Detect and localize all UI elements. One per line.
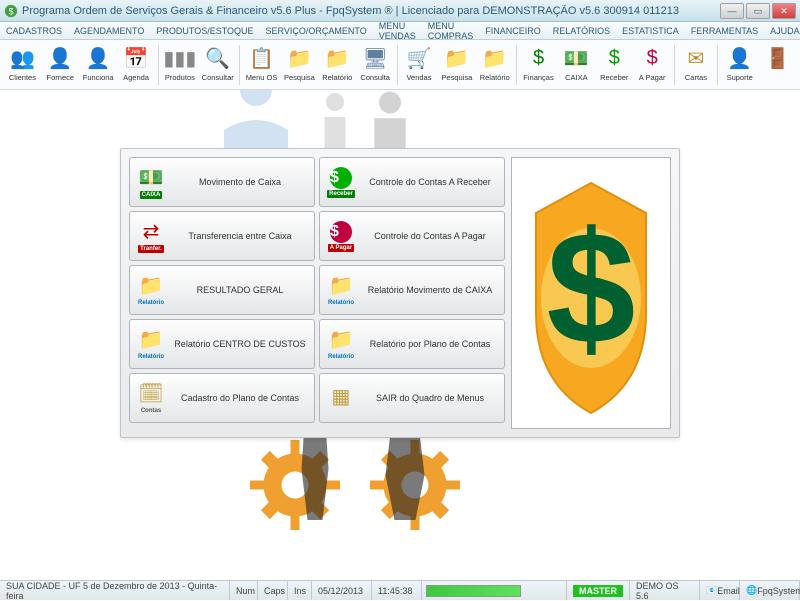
status-bar: SUA CIDADE - UF 5 de Dezembro de 2013 - … — [0, 580, 800, 600]
menu-bar: CADASTROS AGENDAMENTO PRODUTOS/ESTOQUE SERV… — [0, 22, 800, 40]
window-title: Programa Ordem de Serviços Gerais & Fina… — [22, 5, 720, 17]
toolbar-agenda[interactable]: 📅Agenda — [118, 42, 155, 88]
menu-btn-1-0[interactable]: ⇄Tranfer.Transferencia entre Caixa — [129, 211, 315, 261]
finance-menu-panel: 💵CAIXAMovimento de Caixa$ReceberControle… — [120, 148, 680, 438]
svg-text:$: $ — [547, 198, 636, 377]
toolbar-fornece[interactable]: 👤Fornece — [42, 42, 79, 88]
menu-btn-1-1[interactable]: $A PagarControle do Contas A Pagar — [319, 211, 505, 261]
status-caps: Caps — [258, 581, 288, 600]
toolbar-receber[interactable]: $Receber — [596, 42, 633, 88]
menu-btn-0-0[interactable]: 💵CAIXAMovimento de Caixa — [129, 157, 315, 207]
maximize-button[interactable]: ▭ — [746, 3, 770, 19]
menu-btn-4-0[interactable]: 🗓ContasCadastro do Plano de Contas — [129, 373, 315, 423]
menu-item-7[interactable]: RELATÓRIOS — [551, 26, 612, 36]
toolbar-pesquisa[interactable]: 📁Pesquisa — [281, 42, 318, 88]
status-progress — [422, 581, 567, 600]
toolbar-a pagar[interactable]: $A Pagar — [634, 42, 671, 88]
toolbar-menu os[interactable]: 📋Menu OS — [243, 42, 280, 88]
toolbar-consultar[interactable]: 🔍Consultar — [199, 42, 236, 88]
toolbar-produtos[interactable]: ▮▮▮Produtos — [161, 42, 198, 88]
toolbar-consulta[interactable]: 🖥Consulta — [357, 42, 394, 88]
menu-item-10[interactable]: AJUDA — [768, 26, 800, 36]
menu-btn-0-1[interactable]: $ReceberControle do Contas A Receber — [319, 157, 505, 207]
toolbar-relatório[interactable]: 📁Relatório — [319, 42, 356, 88]
status-location: SUA CIDADE - UF 5 de Dezembro de 2013 - … — [0, 581, 230, 600]
menu-buttons-grid: 💵CAIXAMovimento de Caixa$ReceberControle… — [129, 157, 505, 429]
toolbar-funciona[interactable]: 👤Funciona — [80, 42, 117, 88]
menu-item-6[interactable]: FINANCEIRO — [483, 26, 543, 36]
toolbar-caixa[interactable]: 💵CAIXA — [558, 42, 595, 88]
menu-btn-2-1[interactable]: 📁RelatórioRelatório Movimento de CAIXA — [319, 265, 505, 315]
dollar-shield-icon: $ — [516, 163, 666, 423]
menu-item-2[interactable]: PRODUTOS/ESTOQUE — [154, 26, 255, 36]
toolbar-finanças[interactable]: $Finanças — [520, 42, 557, 88]
toolbar-relatório[interactable]: 📁Relatório — [476, 42, 513, 88]
status-email-link[interactable]: 📧 Email — [700, 581, 740, 600]
menu-item-1[interactable]: AGENDAMENTO — [72, 26, 146, 36]
panel-illustration: $ — [511, 157, 671, 429]
toolbar: 👥Clientes👤Fornece👤Funciona📅Agenda▮▮▮Prod… — [0, 40, 800, 90]
status-date: 05/12/2013 — [312, 581, 372, 600]
status-num: Num — [230, 581, 258, 600]
toolbar-suporte[interactable]: 👤Suporte — [721, 42, 758, 88]
close-button[interactable]: ✕ — [772, 3, 796, 19]
menu-item-5[interactable]: MENU COMPRAS — [426, 21, 476, 41]
svg-text:$: $ — [9, 6, 14, 16]
menu-btn-4-1[interactable]: ▦SAIR do Quadro de Menus — [319, 373, 505, 423]
toolbar-pesquisa[interactable]: 📁Pesquisa — [438, 42, 475, 88]
status-fpq-link[interactable]: 🌐 FpqSystem — [740, 581, 800, 600]
status-demo: DEMO OS 5.6 — [630, 581, 700, 600]
menu-btn-3-0[interactable]: 📁RelatórioRelatório CENTRO DE CUSTOS — [129, 319, 315, 369]
title-bar: $ Programa Ordem de Serviços Gerais & Fi… — [0, 0, 800, 22]
toolbar-exit[interactable]: 🚪 — [759, 42, 796, 88]
toolbar-cartas[interactable]: ✉Cartas — [677, 42, 714, 88]
status-master: MASTER — [567, 581, 630, 600]
content-area: 💵CAIXAMovimento de Caixa$ReceberControle… — [0, 90, 800, 580]
toolbar-vendas[interactable]: 🛒Vendas — [401, 42, 438, 88]
menu-btn-3-1[interactable]: 📁RelatórioRelatório por Plano de Contas — [319, 319, 505, 369]
menu-item-8[interactable]: ESTATISTICA — [620, 26, 681, 36]
minimize-button[interactable]: — — [720, 3, 744, 19]
status-time: 11:45:38 — [372, 581, 422, 600]
app-icon: $ — [4, 4, 18, 18]
menu-item-9[interactable]: FERRAMENTAS — [689, 26, 760, 36]
menu-btn-2-0[interactable]: 📁RelatórioRESULTADO GERAL — [129, 265, 315, 315]
menu-item-4[interactable]: MENU VENDAS — [377, 21, 418, 41]
menu-item-0[interactable]: CADASTROS — [4, 26, 64, 36]
toolbar-clientes[interactable]: 👥Clientes — [4, 42, 41, 88]
status-ins: Ins — [288, 581, 312, 600]
menu-item-3[interactable]: SERVIÇO/ORÇAMENTO — [264, 26, 369, 36]
